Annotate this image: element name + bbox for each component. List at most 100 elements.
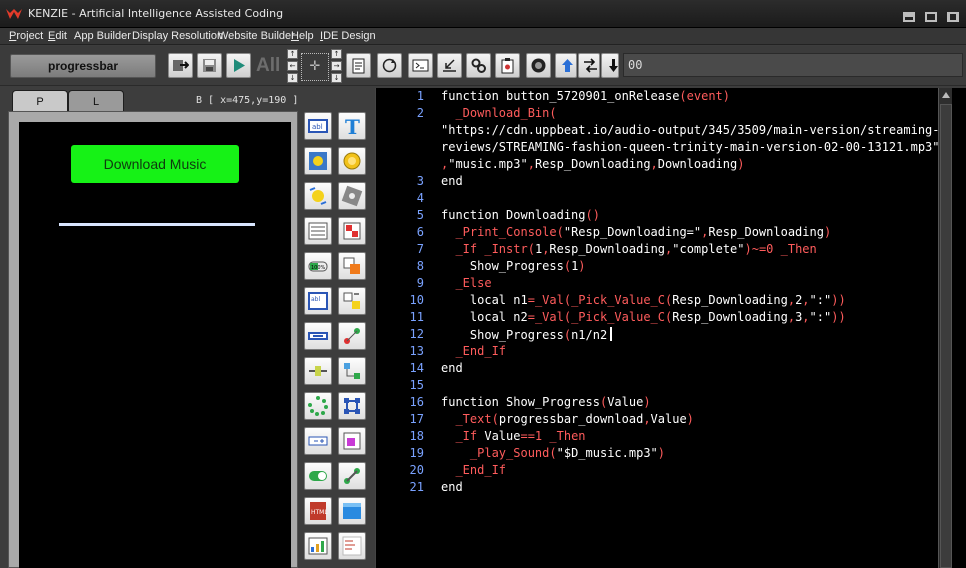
scroll-thumb[interactable] — [940, 104, 952, 568]
code-line[interactable]: _End_If — [441, 463, 506, 477]
palette-connect-widget-button[interactable] — [338, 322, 366, 350]
download-button[interactable] — [601, 53, 619, 78]
swap-button[interactable] — [578, 53, 600, 78]
code-line[interactable]: function Show_Progress(Value) — [441, 395, 651, 409]
menu-edit[interactable]: Edit — [48, 30, 67, 42]
editor-scrollbar[interactable] — [938, 88, 952, 568]
code-line[interactable]: _If _Instr(1,Resp_Downloading,"complete"… — [441, 242, 816, 256]
palette-select-widget-button[interactable] — [338, 427, 366, 455]
code-token: ":" — [809, 293, 832, 307]
palette-text-widget-button[interactable]: T — [338, 112, 366, 140]
menu-project[interactable]: Project — [9, 30, 43, 42]
code-line[interactable]: ,"music.mp3",Resp_Downloading,Downloadin… — [441, 157, 745, 171]
tab-portrait[interactable]: P — [12, 90, 68, 112]
nudge-down-right-arrow[interactable]: ↓ — [331, 73, 342, 83]
palette-link-widget-button[interactable] — [338, 462, 366, 490]
palette-progress-widget-button[interactable]: 100% — [304, 252, 332, 280]
palette-html-widget-button[interactable]: HTML — [304, 497, 332, 525]
code-line[interactable]: function Downloading() — [441, 208, 600, 222]
refresh-button[interactable] — [377, 53, 402, 78]
menu-display-resolution[interactable]: Display Resolution — [132, 30, 223, 42]
code-line[interactable]: _Else — [441, 276, 491, 290]
palette-label-widget-button[interactable]: abl — [304, 112, 332, 140]
nudge-up-right-arrow[interactable]: ↑ — [331, 49, 342, 59]
menu-website-builder[interactable]: Website Builder — [218, 30, 295, 42]
nudge-right-arrow[interactable]: → — [331, 61, 342, 71]
palette-layer-widget-button[interactable] — [338, 252, 366, 280]
palette-flow-widget-button[interactable] — [338, 357, 366, 385]
code-line[interactable]: end — [441, 174, 463, 188]
nudge-left-arrow[interactable]: ← — [287, 61, 298, 71]
maximize-button[interactable] — [924, 8, 938, 22]
code-line[interactable]: Show_Progress(1) — [441, 259, 586, 273]
code-line[interactable]: end — [441, 480, 463, 494]
code-line[interactable]: _Download_Bin( — [441, 106, 556, 120]
code-line[interactable]: end — [441, 361, 463, 375]
zoom-field[interactable]: 00 — [623, 53, 963, 77]
download-music-button[interactable]: Download Music — [71, 145, 239, 183]
palette-list-widget-button[interactable] — [304, 217, 332, 245]
minimize-button[interactable] — [902, 8, 916, 22]
code-line[interactable]: _If Value==1 _Then — [441, 429, 586, 443]
nudge-up-left-arrow[interactable]: ↑ — [287, 49, 298, 59]
code-line[interactable]: function button_5720901_onRelease(event) — [441, 89, 730, 103]
palette-image-widget-button[interactable] — [304, 147, 332, 175]
save-button[interactable] — [197, 53, 222, 78]
close-button[interactable] — [946, 8, 960, 22]
properties-button[interactable] — [346, 53, 371, 78]
menu-help[interactable]: Help — [291, 30, 314, 42]
app-window: KENZIE - Artificial Intelligence Assiste… — [0, 0, 966, 568]
code-line[interactable]: _Text(progressbar_download,Value) — [441, 412, 693, 426]
code-token: _Then — [549, 429, 586, 443]
nudge-down-left-arrow[interactable]: ↓ — [287, 73, 298, 83]
code-line[interactable]: _Print_Console("Resp_Downloading=",Resp_… — [441, 225, 831, 239]
palette-slider-widget-button[interactable] — [304, 322, 332, 350]
design-canvas[interactable]: Download Music — [19, 122, 291, 568]
code-line[interactable]: Show_Progress(n1/n2 — [441, 327, 613, 342]
canvas-frame: Download Music — [8, 111, 298, 568]
move-icon[interactable]: ✛ — [301, 53, 329, 81]
run-button[interactable] — [226, 53, 251, 78]
palette-loader-widget-button[interactable] — [304, 392, 332, 420]
project-name-field[interactable]: progressbar — [10, 54, 156, 78]
palette-align-widget-button[interactable] — [338, 287, 366, 315]
palette-textbox-widget-button[interactable]: abl — [304, 287, 332, 315]
palette-chart-widget-button[interactable] — [304, 532, 332, 560]
clipboard-button[interactable] — [495, 53, 520, 78]
tab-landscape[interactable]: L — [68, 90, 124, 112]
scroll-up-arrow-icon[interactable] — [941, 90, 951, 100]
code-area[interactable]: 1 function button_5720901_onRelease(event… — [376, 88, 947, 568]
palette-grid-widget-button[interactable] — [338, 217, 366, 245]
code-token: )) — [831, 293, 846, 307]
code-line[interactable]: reviews/STREAMING-fashion-queen-trinity-… — [441, 140, 940, 154]
palette-animation-widget-button[interactable] — [304, 182, 332, 210]
menu-ide-design[interactable]: IDE Design — [320, 30, 376, 42]
code-line[interactable]: _End_If — [441, 344, 506, 358]
palette-button-widget-button[interactable] — [338, 147, 366, 175]
palette-toggle-widget-button[interactable] — [304, 462, 332, 490]
palette-transform-widget-button[interactable] — [338, 392, 366, 420]
code-token: )) — [831, 310, 846, 324]
export-button[interactable] — [168, 53, 193, 78]
audio-button[interactable] — [526, 53, 551, 78]
all-label[interactable]: All — [256, 55, 280, 77]
upload-button[interactable] — [555, 53, 577, 78]
palette-text-list-widget-button[interactable] — [338, 532, 366, 560]
plugins-button[interactable] — [466, 53, 491, 78]
code-line[interactable]: _Play_Sound("$D_music.mp3") — [441, 446, 665, 460]
code-line[interactable]: "https://cdn.uppbeat.io/audio-output/345… — [441, 123, 947, 137]
code-editor[interactable]: 1 function button_5720901_onRelease(event… — [375, 88, 966, 568]
palette-timeline-widget-button[interactable] — [304, 357, 332, 385]
import-button[interactable] — [437, 53, 462, 78]
palette-stepper-widget-button[interactable] — [304, 427, 332, 455]
code-line[interactable]: local n1=_Val(_Pick_Value_C(Resp_Downloa… — [441, 293, 846, 307]
palette-browser-widget-button[interactable] — [338, 497, 366, 525]
line-number: 6 — [416, 225, 424, 239]
palette-shape-widget-button[interactable] — [338, 182, 366, 210]
code-token: "Resp_Downloading=" — [563, 225, 702, 239]
import-icon — [443, 59, 456, 72]
console-button[interactable] — [408, 53, 433, 78]
progressbar-download[interactable] — [59, 223, 255, 226]
code-line[interactable]: local n2=_Val(_Pick_Value_C(Resp_Downloa… — [441, 310, 846, 324]
menu-app-builder[interactable]: App Builder — [74, 30, 131, 42]
